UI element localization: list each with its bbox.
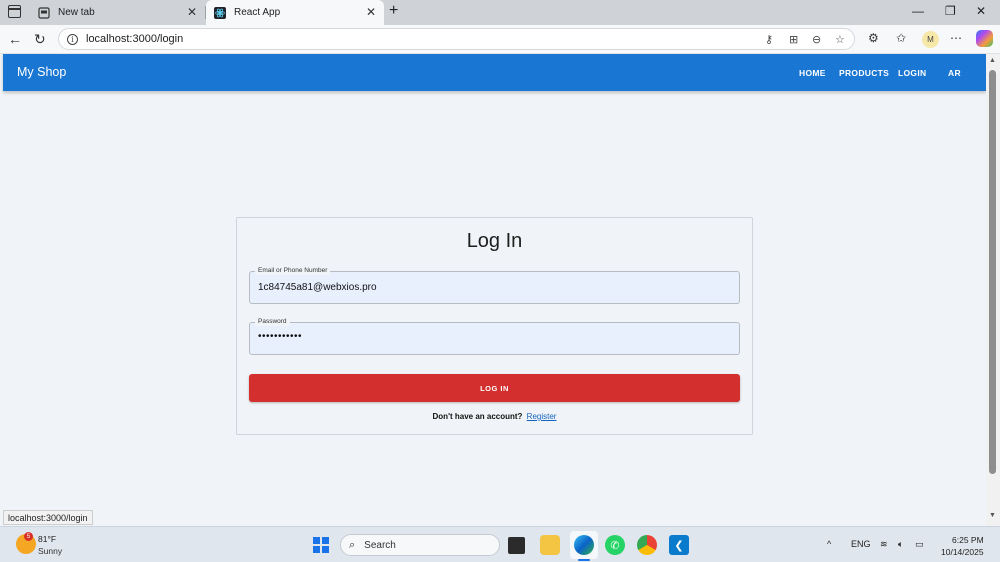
- address-url[interactable]: localhost:3000/login: [86, 33, 183, 45]
- window-close-icon[interactable]: ✕: [976, 4, 986, 18]
- vscode-icon[interactable]: ❮: [669, 535, 689, 555]
- restore-icon[interactable]: ❐: [945, 4, 956, 18]
- zoom-out-icon[interactable]: ⊖: [812, 33, 821, 46]
- clock-time[interactable]: 6:25 PM: [952, 535, 984, 545]
- login-button[interactable]: LOG IN: [249, 374, 740, 402]
- whatsapp-icon[interactable]: ✆: [605, 535, 625, 555]
- scroll-down-icon[interactable]: ▼: [989, 512, 996, 519]
- edge-browser-icon[interactable]: [574, 535, 594, 555]
- clock-date[interactable]: 10/14/2025: [941, 547, 984, 557]
- register-link[interactable]: Register: [527, 412, 557, 421]
- address-bar[interactable]: i localhost:3000/login ⚷ ⊞ ⊖ ☆: [58, 28, 855, 50]
- tab-strip: New tab ✕ React App ✕ + — ❐ ✕: [0, 0, 1000, 25]
- profile-avatar[interactable]: M: [922, 31, 939, 48]
- extensions-icon[interactable]: ⚙: [868, 31, 879, 45]
- more-menu-icon[interactable]: ⋯: [950, 31, 962, 45]
- site-info-icon[interactable]: i: [67, 33, 78, 45]
- page-viewport: My Shop HOME PRODUCTS LOGIN AR Log In Em…: [0, 54, 1000, 526]
- email-label: Email or Phone Number: [255, 266, 331, 275]
- weather-condition[interactable]: Sunny: [38, 546, 62, 556]
- email-value[interactable]: 1c84745a81@webxios.pro: [258, 282, 377, 293]
- wifi-icon[interactable]: ≋: [880, 539, 888, 550]
- weather-badge: 5: [24, 532, 33, 541]
- scroll-thumb[interactable]: [989, 70, 996, 474]
- app-available-icon[interactable]: ⊞: [789, 33, 798, 46]
- minimize-icon[interactable]: —: [912, 4, 924, 18]
- scroll-up-icon[interactable]: ▲: [989, 57, 996, 64]
- show-hidden-icons-chevron-icon[interactable]: ^: [827, 539, 831, 549]
- nav-home[interactable]: HOME: [799, 68, 826, 78]
- key-icon[interactable]: ⚷: [765, 33, 773, 46]
- page-title: Log In: [466, 230, 523, 252]
- active-app-indicator: [578, 559, 590, 561]
- app-header: My Shop HOME PRODUCTS LOGIN AR: [3, 54, 986, 91]
- search-icon: ⌕: [349, 538, 356, 551]
- favorite-star-icon[interactable]: ☆: [835, 33, 845, 46]
- password-field[interactable]: Password •••••••••••: [249, 317, 740, 355]
- task-view-icon[interactable]: [508, 537, 525, 554]
- copilot-icon[interactable]: [976, 30, 993, 47]
- back-arrow-icon[interactable]: ←: [8, 31, 22, 47]
- favorites-icon[interactable]: ✩: [896, 31, 906, 45]
- close-icon[interactable]: ✕: [366, 5, 376, 19]
- new-tab-plus-icon[interactable]: +: [389, 2, 398, 20]
- password-value[interactable]: •••••••••••: [258, 331, 302, 342]
- weather-temperature[interactable]: 81°F: [38, 534, 56, 544]
- nav-ar[interactable]: AR: [948, 68, 961, 78]
- tab-new-tab[interactable]: New tab ✕: [30, 0, 205, 25]
- brand-logo[interactable]: My Shop: [17, 65, 66, 79]
- nav-products[interactable]: PRODUCTS: [839, 68, 889, 78]
- taskbar-search[interactable]: ⌕ Search: [340, 534, 500, 556]
- chrome-icon[interactable]: [637, 535, 657, 555]
- close-icon[interactable]: ✕: [187, 5, 197, 19]
- email-field[interactable]: Email or Phone Number 1c84745a81@webxios…: [249, 266, 740, 304]
- login-card: Log In Email or Phone Number 1c84745a81@…: [236, 217, 753, 435]
- reload-icon[interactable]: ↻: [34, 31, 46, 48]
- password-label: Password: [255, 317, 290, 326]
- file-explorer-icon[interactable]: [540, 535, 560, 555]
- new-tab-page-icon: [38, 6, 50, 19]
- search-placeholder: Search: [364, 539, 396, 551]
- register-prompt: Don't have an account?: [432, 412, 523, 421]
- tab-title: New tab: [58, 7, 95, 18]
- browser-toolbar: ← ↻ i localhost:3000/login ⚷ ⊞ ⊖ ☆ ⚙ ✩ M…: [0, 25, 1000, 54]
- volume-icon[interactable]: 🔈︎: [898, 539, 903, 550]
- nav-login[interactable]: LOGIN: [898, 68, 926, 78]
- windows-start-icon[interactable]: [313, 537, 329, 553]
- tab-react-app[interactable]: React App ✕: [206, 0, 384, 25]
- status-bar-url: localhost:3000/login: [3, 510, 93, 525]
- taskbar: 5 81°F Sunny ⌕ Search ✆ ❮ ^ ENG ≋ 🔈︎ ▭ 6…: [0, 526, 1000, 562]
- language-indicator[interactable]: ENG: [851, 539, 871, 549]
- tab-title: React App: [234, 7, 281, 18]
- page-scrollbar[interactable]: ▲ ▼: [986, 54, 1000, 526]
- battery-icon[interactable]: ▭: [915, 539, 924, 550]
- react-icon: [214, 6, 226, 19]
- tab-actions-icon[interactable]: [8, 5, 21, 18]
- register-prompt-line: Don't have an account? Register: [237, 412, 752, 421]
